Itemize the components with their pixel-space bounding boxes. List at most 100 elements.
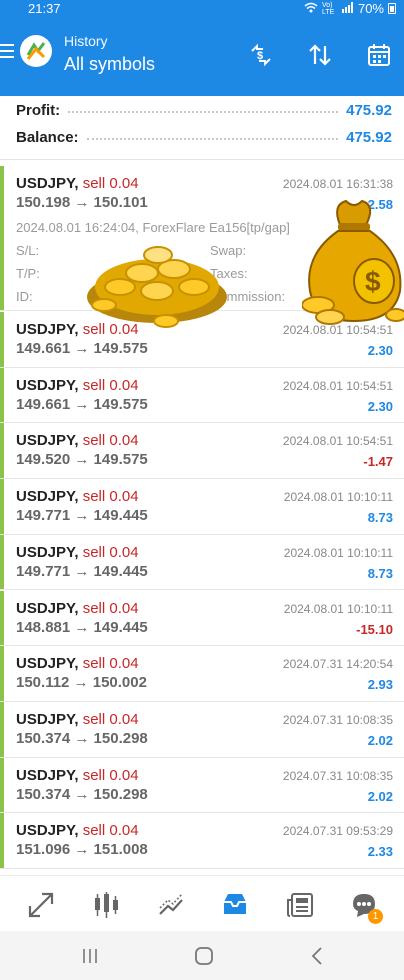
- profit-value: 475.92: [346, 101, 392, 119]
- deal-side: sell 0.04: [82, 822, 139, 840]
- deal-stripe: [0, 166, 4, 310]
- deal-side: sell 0.04: [82, 599, 139, 617]
- deal-stripe: [0, 423, 4, 479]
- symbol-filter[interactable]: All symbols: [64, 54, 155, 75]
- deal-profit: 8.73: [367, 565, 393, 581]
- balance-value: 475.92: [346, 128, 392, 146]
- signal-icon: [341, 1, 354, 16]
- money-bag-image: $: [302, 199, 404, 325]
- deal-profit: 2.30: [367, 398, 393, 414]
- deal-stripe: [0, 312, 4, 367]
- calendar-icon[interactable]: [364, 40, 394, 70]
- deal-profit: 2.30: [367, 343, 393, 358]
- deal-profit: 2.33: [367, 844, 393, 860]
- profit-label: Profit:: [16, 101, 61, 119]
- status-bar: 21:37 Vo) LTE 70%: [0, 0, 404, 18]
- deal-row[interactable]: USDJPY, sell 0.04 150.112 → 150.002 2024.0…: [0, 646, 404, 702]
- deal-stripe: [0, 813, 4, 868]
- chart-icon[interactable]: [89, 888, 123, 922]
- deal-profit: 2.02: [367, 788, 393, 804]
- deal-symbol: USDJPY, sell 0.04: [16, 376, 139, 394]
- sort-icon[interactable]: [305, 40, 335, 70]
- deal-prices: 149.771 → 149.445: [16, 562, 148, 580]
- deal-symbol: USDJPY, sell 0.04: [16, 599, 139, 617]
- back-icon[interactable]: [306, 945, 330, 967]
- deal-prices: 150.112 → 150.002: [16, 674, 147, 692]
- deal-row[interactable]: USDJPY, sell 0.04 149.771 → 149.445 2024.0…: [0, 534, 404, 591]
- app-logo-icon: [20, 35, 52, 67]
- deal-time: 2024.08.01 10:54:51: [282, 378, 393, 393]
- deal-row[interactable]: USDJPY, sell 0.04 150.374 → 150.298 2024.0…: [0, 757, 404, 814]
- deal-stripe: [0, 367, 4, 423]
- deal-row[interactable]: USDJPY, sell 0.04 151.096 → 151.008 2024.0…: [0, 813, 404, 869]
- deal-time: 2024.08.01 10:54:51: [282, 434, 393, 449]
- deal-side: sell 0.04: [82, 175, 139, 192]
- deal-symbol: USDJPY, sell 0.04: [16, 432, 139, 450]
- deal-time: 2024.07.31 10:08:35: [282, 712, 393, 727]
- svg-text:$: $: [257, 50, 263, 62]
- deal-profit: 8.73: [367, 510, 393, 526]
- deal-time: 2024.08.01 10:10:11: [283, 490, 393, 505]
- balance-label: Balance:: [16, 128, 79, 146]
- chat-icon[interactable]: 1: [347, 888, 383, 924]
- deal-side: sell 0.04: [82, 432, 139, 450]
- menu-icon[interactable]: [0, 44, 14, 58]
- history-icon[interactable]: [218, 888, 252, 922]
- deal-profit: -15.10: [356, 621, 393, 637]
- deal-symbol: USDJPY, sell 0.04: [16, 766, 139, 784]
- dotted-leader: [68, 111, 339, 113]
- deal-row[interactable]: USDJPY, sell 0.04 150.374 → 150.298 2024.0…: [0, 701, 404, 758]
- system-nav-bar: [0, 931, 404, 980]
- deal-symbol: USDJPY, sell 0.04: [16, 175, 139, 192]
- wifi-icon: [304, 2, 318, 16]
- deal-symbol: USDJPY, sell 0.04: [16, 655, 139, 673]
- battery-icon: [388, 3, 396, 14]
- deal-row[interactable]: USDJPY, sell 0.04 149.661 → 149.575 2024.0…: [0, 367, 404, 424]
- deal-symbol: USDJPY, sell 0.04: [16, 822, 139, 840]
- dollar-filter-icon[interactable]: $: [246, 40, 276, 70]
- app-bar: History All symbols $: [0, 18, 404, 96]
- deal-row[interactable]: USDJPY, sell 0.04 149.520 → 149.575 2024.0…: [0, 423, 404, 480]
- deal-stripe: [0, 701, 4, 757]
- deal-stripe: [0, 479, 4, 534]
- recent-apps-icon[interactable]: [78, 945, 102, 967]
- news-icon[interactable]: [284, 888, 318, 922]
- network-label: Vo) LTE: [321, 1, 335, 16]
- dotted-leader: [86, 138, 339, 140]
- battery-label: 70%: [357, 1, 384, 16]
- deal-stripe: [0, 646, 4, 701]
- deal-profit: 2.93: [367, 677, 393, 693]
- trade-icon[interactable]: [154, 888, 188, 922]
- deal-profit: 2.02: [367, 732, 393, 748]
- deal-prices: 149.661 → 149.575: [16, 395, 148, 413]
- deal-symbol: USDJPY, sell 0.04: [16, 488, 139, 506]
- page-title: History: [64, 33, 108, 49]
- chat-badge: 1: [368, 909, 383, 924]
- deal-prices: 151.096 → 151.008: [16, 841, 148, 859]
- id-label: ID:: [16, 289, 33, 304]
- deal-time: 2024.07.31 14:20:54: [282, 657, 393, 672]
- deal-prices: 150.374 → 150.298: [16, 785, 148, 803]
- bottom-nav: 1: [0, 875, 404, 931]
- tp-label: T/P:: [16, 266, 40, 281]
- deal-time: 2024.07.31 10:08:35: [282, 768, 393, 783]
- balance-row: Balance: 475.92: [16, 126, 392, 148]
- deal-stripe: [0, 534, 4, 590]
- deal-prices: 150.198 → 150.101: [16, 194, 148, 211]
- deal-row[interactable]: USDJPY, sell 0.04 149.771 → 149.445 2024.0…: [0, 479, 404, 535]
- deal-symbol: USDJPY, sell 0.04: [16, 710, 139, 728]
- deal-side: sell 0.04: [82, 543, 139, 561]
- deal-prices: 149.771 → 149.445: [16, 507, 148, 525]
- gold-coins-image: [87, 246, 227, 328]
- quotes-icon[interactable]: [24, 888, 58, 922]
- sl-label: S/L:: [16, 243, 40, 258]
- deal-side: sell 0.04: [82, 710, 139, 728]
- deal-side: sell 0.04: [82, 376, 139, 394]
- deal-row[interactable]: USDJPY, sell 0.04 148.881 → 149.445 2024.0…: [0, 590, 404, 647]
- home-icon[interactable]: [192, 945, 216, 967]
- status-time: 21:37: [28, 1, 61, 16]
- deal-time: 2024.08.01 16:31:38: [282, 177, 393, 191]
- deal-stripe: [0, 757, 4, 813]
- deal-prices: 148.881 → 149.445: [16, 618, 148, 636]
- deal-prices: 149.661 → 149.575: [16, 340, 148, 357]
